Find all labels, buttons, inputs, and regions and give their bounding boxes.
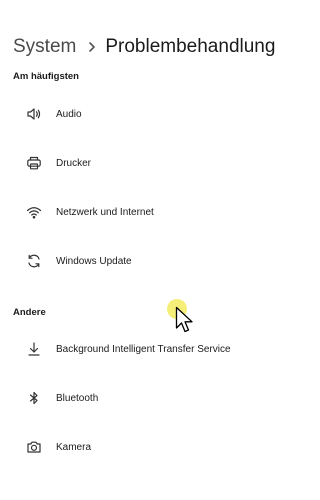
troubleshooter-label: Drucker — [56, 157, 92, 169]
speaker-icon — [25, 105, 43, 123]
wifi-icon — [25, 203, 43, 221]
troubleshooter-label: Netzwerk und Internet — [56, 206, 154, 218]
camera-icon — [25, 438, 43, 456]
page-title: Problembehandlung — [105, 36, 276, 57]
troubleshooter-bluetooth[interactable]: Bluetooth — [0, 378, 300, 418]
bluetooth-icon — [25, 389, 43, 407]
sync-icon — [25, 252, 43, 270]
printer-icon — [25, 154, 43, 172]
troubleshooter-label: Kamera — [56, 441, 92, 453]
chevron-right-icon — [88, 41, 96, 53]
troubleshooter-label: Audio — [56, 108, 82, 120]
section-heading-frequent: Am häufigsten — [13, 71, 79, 82]
troubleshooter-label: Windows Update — [56, 255, 132, 267]
troubleshooter-camera[interactable]: Kamera — [0, 427, 300, 467]
troubleshooter-audio[interactable]: Audio — [0, 94, 300, 134]
section-heading-other: Andere — [13, 307, 46, 318]
mouse-pointer-icon — [175, 306, 193, 333]
troubleshooter-label: Background Intelligent Transfer Service — [56, 343, 231, 355]
troubleshooter-bits[interactable]: Background Intelligent Transfer Service — [0, 329, 300, 369]
troubleshooter-network[interactable]: Netzwerk und Internet — [0, 192, 300, 232]
breadcrumb: System Problembehandlung — [13, 32, 297, 62]
breadcrumb-system-link[interactable]: System — [13, 36, 76, 58]
troubleshooter-printer[interactable]: Drucker — [0, 143, 300, 183]
troubleshooter-windows-update[interactable]: Windows Update — [0, 241, 300, 281]
troubleshooter-label: Bluetooth — [56, 392, 99, 404]
download-icon — [25, 340, 43, 358]
